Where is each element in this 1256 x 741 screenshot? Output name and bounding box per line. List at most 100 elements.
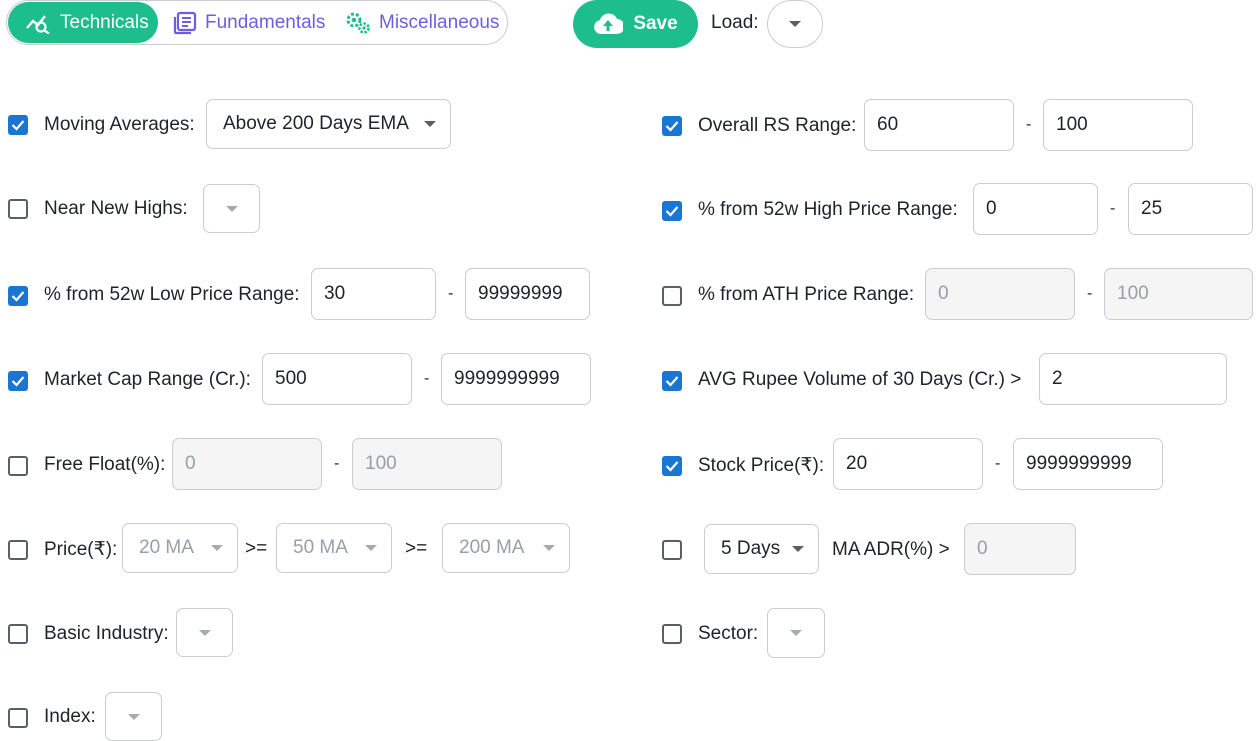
price-ma-label: Price(₹): — [44, 539, 118, 560]
stock-price-max-input[interactable] — [1013, 438, 1163, 490]
range-separator: - — [1026, 116, 1032, 133]
overall-rs-label: Overall RS Range: — [698, 115, 857, 136]
chevron-down-icon — [543, 545, 555, 551]
stock-price-min-input[interactable] — [833, 438, 983, 490]
ath-range-label: % from ATH Price Range: — [698, 284, 915, 305]
check-icon — [665, 121, 679, 132]
stock-price-label: Stock Price(₹): — [698, 455, 825, 476]
free-float-max-input[interactable] — [352, 438, 502, 490]
adr-days-select[interactable]: 5 Days — [704, 524, 819, 574]
ath-range-checkbox[interactable] — [662, 286, 682, 306]
high-range-min-input[interactable] — [973, 183, 1098, 235]
load-select[interactable] — [767, 0, 823, 48]
tab-miscellaneous[interactable]: Miscellaneous — [345, 2, 499, 43]
chevron-down-icon — [225, 205, 238, 212]
avg-volume-label: AVG Rupee Volume of 30 Days (Cr.) > — [698, 369, 1022, 390]
avg-volume-input[interactable] — [1039, 353, 1227, 405]
price-ma1-select[interactable]: 20 MA — [122, 523, 238, 573]
low-range-max-input[interactable] — [465, 268, 590, 320]
range-separator: - — [1110, 200, 1116, 217]
range-separator: - — [995, 455, 1001, 472]
index-label: Index: — [44, 706, 96, 727]
high-range-checkbox[interactable] — [662, 201, 682, 221]
range-separator: - — [448, 285, 454, 302]
low-range-min-input[interactable] — [311, 268, 436, 320]
chevron-down-icon — [198, 629, 211, 636]
check-icon — [11, 376, 25, 387]
low-range-checkbox[interactable] — [8, 286, 28, 306]
near-new-highs-select[interactable] — [203, 184, 260, 233]
cloud-upload-icon — [594, 13, 624, 34]
price-ma1-value: 20 MA — [139, 537, 194, 558]
adr-checkbox[interactable] — [662, 540, 682, 560]
range-separator: - — [334, 455, 340, 472]
near-new-highs-label: Near New Highs: — [44, 198, 188, 219]
ath-range-min-input[interactable] — [925, 268, 1075, 320]
save-button[interactable]: Save — [573, 0, 698, 48]
price-ma2-select[interactable]: 50 MA — [276, 523, 392, 573]
tab-fundamentals[interactable]: Fundamentals — [173, 2, 325, 43]
tab-bar: Technicals Fundamentals Miscellaneous — [6, 0, 508, 45]
index-checkbox[interactable] — [8, 708, 28, 728]
check-icon — [11, 120, 25, 131]
price-ma3-value: 200 MA — [459, 537, 525, 558]
sector-select[interactable] — [767, 608, 825, 658]
load-label: Load: — [711, 12, 759, 33]
low-range-label: % from 52w Low Price Range: — [44, 284, 300, 305]
stock-price-checkbox[interactable] — [662, 456, 682, 476]
market-cap-label: Market Cap Range (Cr.): — [44, 369, 251, 390]
market-cap-max-input[interactable] — [441, 353, 591, 405]
tab-miscellaneous-label: Miscellaneous — [379, 11, 500, 33]
basic-industry-select[interactable] — [176, 608, 233, 657]
tab-technicals[interactable]: Technicals — [8, 2, 158, 43]
market-cap-checkbox[interactable] — [8, 371, 28, 391]
avg-volume-checkbox[interactable] — [662, 371, 682, 391]
chevron-down-icon — [789, 21, 801, 27]
index-select[interactable] — [105, 692, 162, 741]
chevron-down-icon — [211, 545, 223, 551]
overall-rs-max-input[interactable] — [1043, 99, 1193, 151]
sector-label: Sector: — [698, 623, 759, 644]
price-ma-checkbox[interactable] — [8, 540, 28, 560]
chevron-down-icon — [424, 121, 436, 127]
adr-input[interactable] — [964, 523, 1076, 575]
chevron-down-icon — [790, 630, 802, 636]
moving-averages-checkbox[interactable] — [8, 115, 28, 135]
chevron-down-icon — [365, 545, 377, 551]
moving-averages-value: Above 200 Days EMA — [223, 113, 409, 134]
price-ma2-value: 50 MA — [293, 537, 348, 558]
range-separator: - — [1087, 285, 1093, 302]
check-icon — [11, 291, 25, 302]
free-float-label: Free Float(%): — [44, 454, 166, 475]
range-separator: - — [424, 370, 430, 387]
sector-checkbox[interactable] — [662, 624, 682, 644]
high-range-max-input[interactable] — [1128, 183, 1253, 235]
basic-industry-checkbox[interactable] — [8, 624, 28, 644]
near-new-highs-checkbox[interactable] — [8, 199, 28, 219]
free-float-min-input[interactable] — [172, 438, 322, 490]
moving-averages-label: Moving Averages: — [44, 114, 195, 135]
gte-symbol: >= — [245, 538, 268, 559]
moving-averages-select[interactable]: Above 200 Days EMA — [206, 99, 451, 149]
chevron-down-icon — [127, 713, 140, 720]
save-button-label: Save — [633, 13, 678, 34]
high-range-label: % from 52w High Price Range: — [698, 199, 958, 220]
tab-fundamentals-label: Fundamentals — [205, 11, 326, 33]
document-list-icon — [173, 11, 197, 34]
gears-icon — [346, 12, 370, 34]
overall-rs-checkbox[interactable] — [662, 116, 682, 136]
adr-days-value: 5 Days — [721, 538, 781, 559]
basic-industry-label: Basic Industry: — [44, 623, 169, 644]
price-ma3-select[interactable]: 200 MA — [442, 523, 570, 573]
check-icon — [665, 206, 679, 217]
gte-symbol: >= — [405, 538, 428, 559]
overall-rs-min-input[interactable] — [864, 99, 1014, 151]
chart-search-icon — [26, 14, 50, 34]
check-icon — [665, 376, 679, 387]
tab-technicals-label: Technicals — [60, 11, 149, 33]
check-icon — [665, 461, 679, 472]
free-float-checkbox[interactable] — [8, 456, 28, 476]
market-cap-min-input[interactable] — [262, 353, 412, 405]
ath-range-max-input[interactable] — [1104, 268, 1253, 320]
chevron-down-icon — [792, 546, 804, 552]
